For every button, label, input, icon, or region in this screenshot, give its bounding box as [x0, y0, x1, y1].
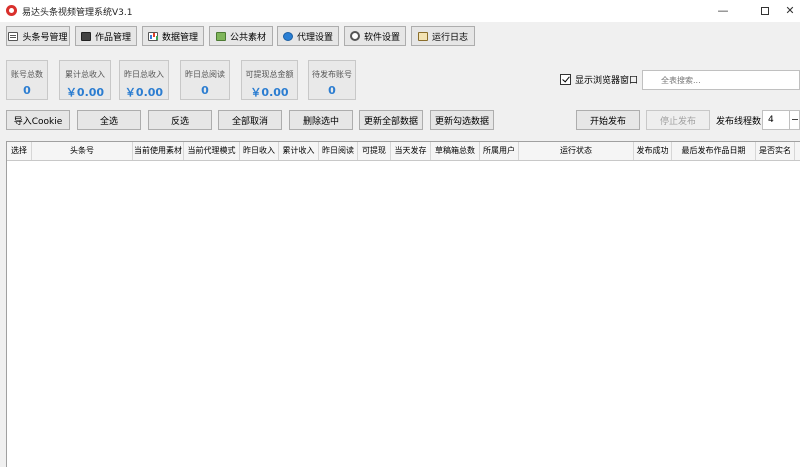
toolbar-public-material-button[interactable]: 公共素材 — [209, 26, 273, 46]
toolbar-account-manage-button[interactable]: 头条号管理 — [6, 26, 70, 46]
start-publish-button[interactable]: 开始发布 — [576, 110, 640, 130]
log-icon — [417, 31, 428, 41]
column-header[interactable]: 发布成功 — [634, 142, 672, 160]
delete-selected-button[interactable]: 删除选中 — [289, 110, 353, 130]
maximize-button[interactable] — [748, 0, 782, 22]
stop-publish-button[interactable]: 停止发布 — [646, 110, 710, 130]
table-header: 选择 头条号 当前使用素材 当前代理模式 昨日收入 累计收入 昨日阅读 可提现 … — [7, 142, 800, 161]
minimize-button[interactable]: — — [706, 0, 740, 22]
stat-value: ￥0.00 — [65, 86, 105, 99]
column-header[interactable]: 是否实名 — [756, 142, 795, 160]
update-all-button[interactable]: 更新全部数据 — [359, 110, 423, 130]
title-bar: 易达头条视频管理系统V3.1 — ✕ — [0, 0, 800, 22]
column-header[interactable]: 所属用户 — [480, 142, 519, 160]
toolbar-label: 公共素材 — [229, 32, 266, 43]
select-all-button[interactable]: 全选 — [77, 110, 141, 130]
close-button[interactable]: ✕ — [780, 0, 800, 22]
column-header[interactable]: 当天发存 — [391, 142, 431, 160]
toolbar-label: 数据管理 — [161, 32, 198, 43]
stat-label: 账号总数 — [11, 70, 43, 79]
accounts-table[interactable]: 选择 头条号 当前使用素材 当前代理模式 昨日收入 累计收入 昨日阅读 可提现 … — [6, 141, 800, 467]
chart-icon — [147, 31, 158, 41]
stat-label: 昨日总阅读 — [185, 70, 225, 79]
toolbar-proxy-settings-button[interactable]: 代理设置 — [277, 26, 339, 46]
stat-label: 累计总收入 — [65, 70, 105, 79]
picture-icon — [215, 31, 226, 41]
main-toolbar: 头条号管理 作品管理 数据管理 公共素材 代理设置 软件设置 运行日志 — [0, 24, 800, 48]
toolbar-label: 运行日志 — [431, 32, 468, 43]
globe-icon — [282, 31, 293, 41]
stat-label: 待发布账号 — [312, 70, 352, 79]
threads-stepper[interactable]: 4 — [762, 110, 800, 130]
document-icon — [8, 31, 19, 41]
stat-account-total: 账号总数 0 — [6, 60, 48, 100]
maximize-icon — [761, 7, 769, 15]
show-browser-option[interactable]: 显示浏览器窗口 — [560, 73, 638, 86]
stat-pending-accounts: 待发布账号 0 — [308, 60, 356, 100]
column-header[interactable]: 当前代理模式 — [184, 142, 240, 160]
stat-value: ￥0.00 — [124, 86, 164, 99]
search-input[interactable] — [642, 70, 800, 90]
column-header[interactable]: 昨日收入 — [240, 142, 279, 160]
column-header[interactable]: 可提现 — [358, 142, 391, 160]
column-header[interactable]: 运行状态 — [519, 142, 634, 160]
import-cookie-button[interactable]: 导入Cookie — [6, 110, 70, 130]
stat-value: 0 — [201, 84, 209, 97]
stat-label: 可提现总金额 — [245, 70, 294, 79]
column-header[interactable]: 累计收入 — [279, 142, 319, 160]
stat-value: 0 — [23, 84, 31, 97]
toolbar-label: 软件设置 — [363, 32, 400, 43]
show-browser-label: 显示浏览器窗口 — [575, 76, 639, 86]
window-title: 易达头条视频管理系统V3.1 — [22, 8, 133, 18]
column-header[interactable]: 头条号 — [32, 142, 133, 160]
deselect-all-button[interactable]: 全部取消 — [218, 110, 282, 130]
column-header[interactable]: 草稿箱总数 — [431, 142, 480, 160]
column-header[interactable]: 最后发布作品日期 — [672, 142, 756, 160]
stat-total-income: 累计总收入 ￥0.00 — [59, 60, 111, 100]
toolbar-works-manage-button[interactable]: 作品管理 — [75, 26, 137, 46]
gear-icon — [349, 31, 360, 41]
stat-yesterday-income: 昨日总收入 ￥0.00 — [119, 60, 169, 100]
app-window: 易达头条视频管理系统V3.1 — ✕ 头条号管理 作品管理 数据管理 公共素材 … — [0, 0, 800, 467]
show-browser-checkbox[interactable] — [560, 74, 571, 85]
stepper-icon[interactable] — [789, 111, 799, 129]
stat-value: 0 — [328, 84, 336, 97]
toolbar-run-log-button[interactable]: 运行日志 — [411, 26, 475, 46]
toolbar-label: 代理设置 — [296, 32, 333, 43]
stat-value: ￥0.00 — [250, 86, 289, 99]
film-icon — [80, 31, 91, 41]
toolbar-software-settings-button[interactable]: 软件设置 — [344, 26, 406, 46]
threads-value: 4 — [768, 115, 774, 125]
update-checked-button[interactable]: 更新勾选数据 — [430, 110, 494, 130]
column-header[interactable]: 当前使用素材 — [133, 142, 184, 160]
toolbar-data-manage-button[interactable]: 数据管理 — [142, 26, 204, 46]
toolbar-label: 头条号管理 — [22, 32, 68, 43]
app-logo-icon — [6, 5, 17, 16]
invert-selection-button[interactable]: 反选 — [148, 110, 212, 130]
column-header[interactable]: 昨日阅读 — [319, 142, 358, 160]
column-header[interactable]: 选择 — [7, 142, 32, 160]
stat-label: 昨日总收入 — [124, 70, 164, 79]
stat-withdrawable: 可提现总金额 ￥0.00 — [241, 60, 298, 100]
toolbar-label: 作品管理 — [94, 32, 131, 43]
stat-yesterday-reads: 昨日总阅读 0 — [180, 60, 230, 100]
threads-label: 发布线程数: — [716, 117, 765, 127]
